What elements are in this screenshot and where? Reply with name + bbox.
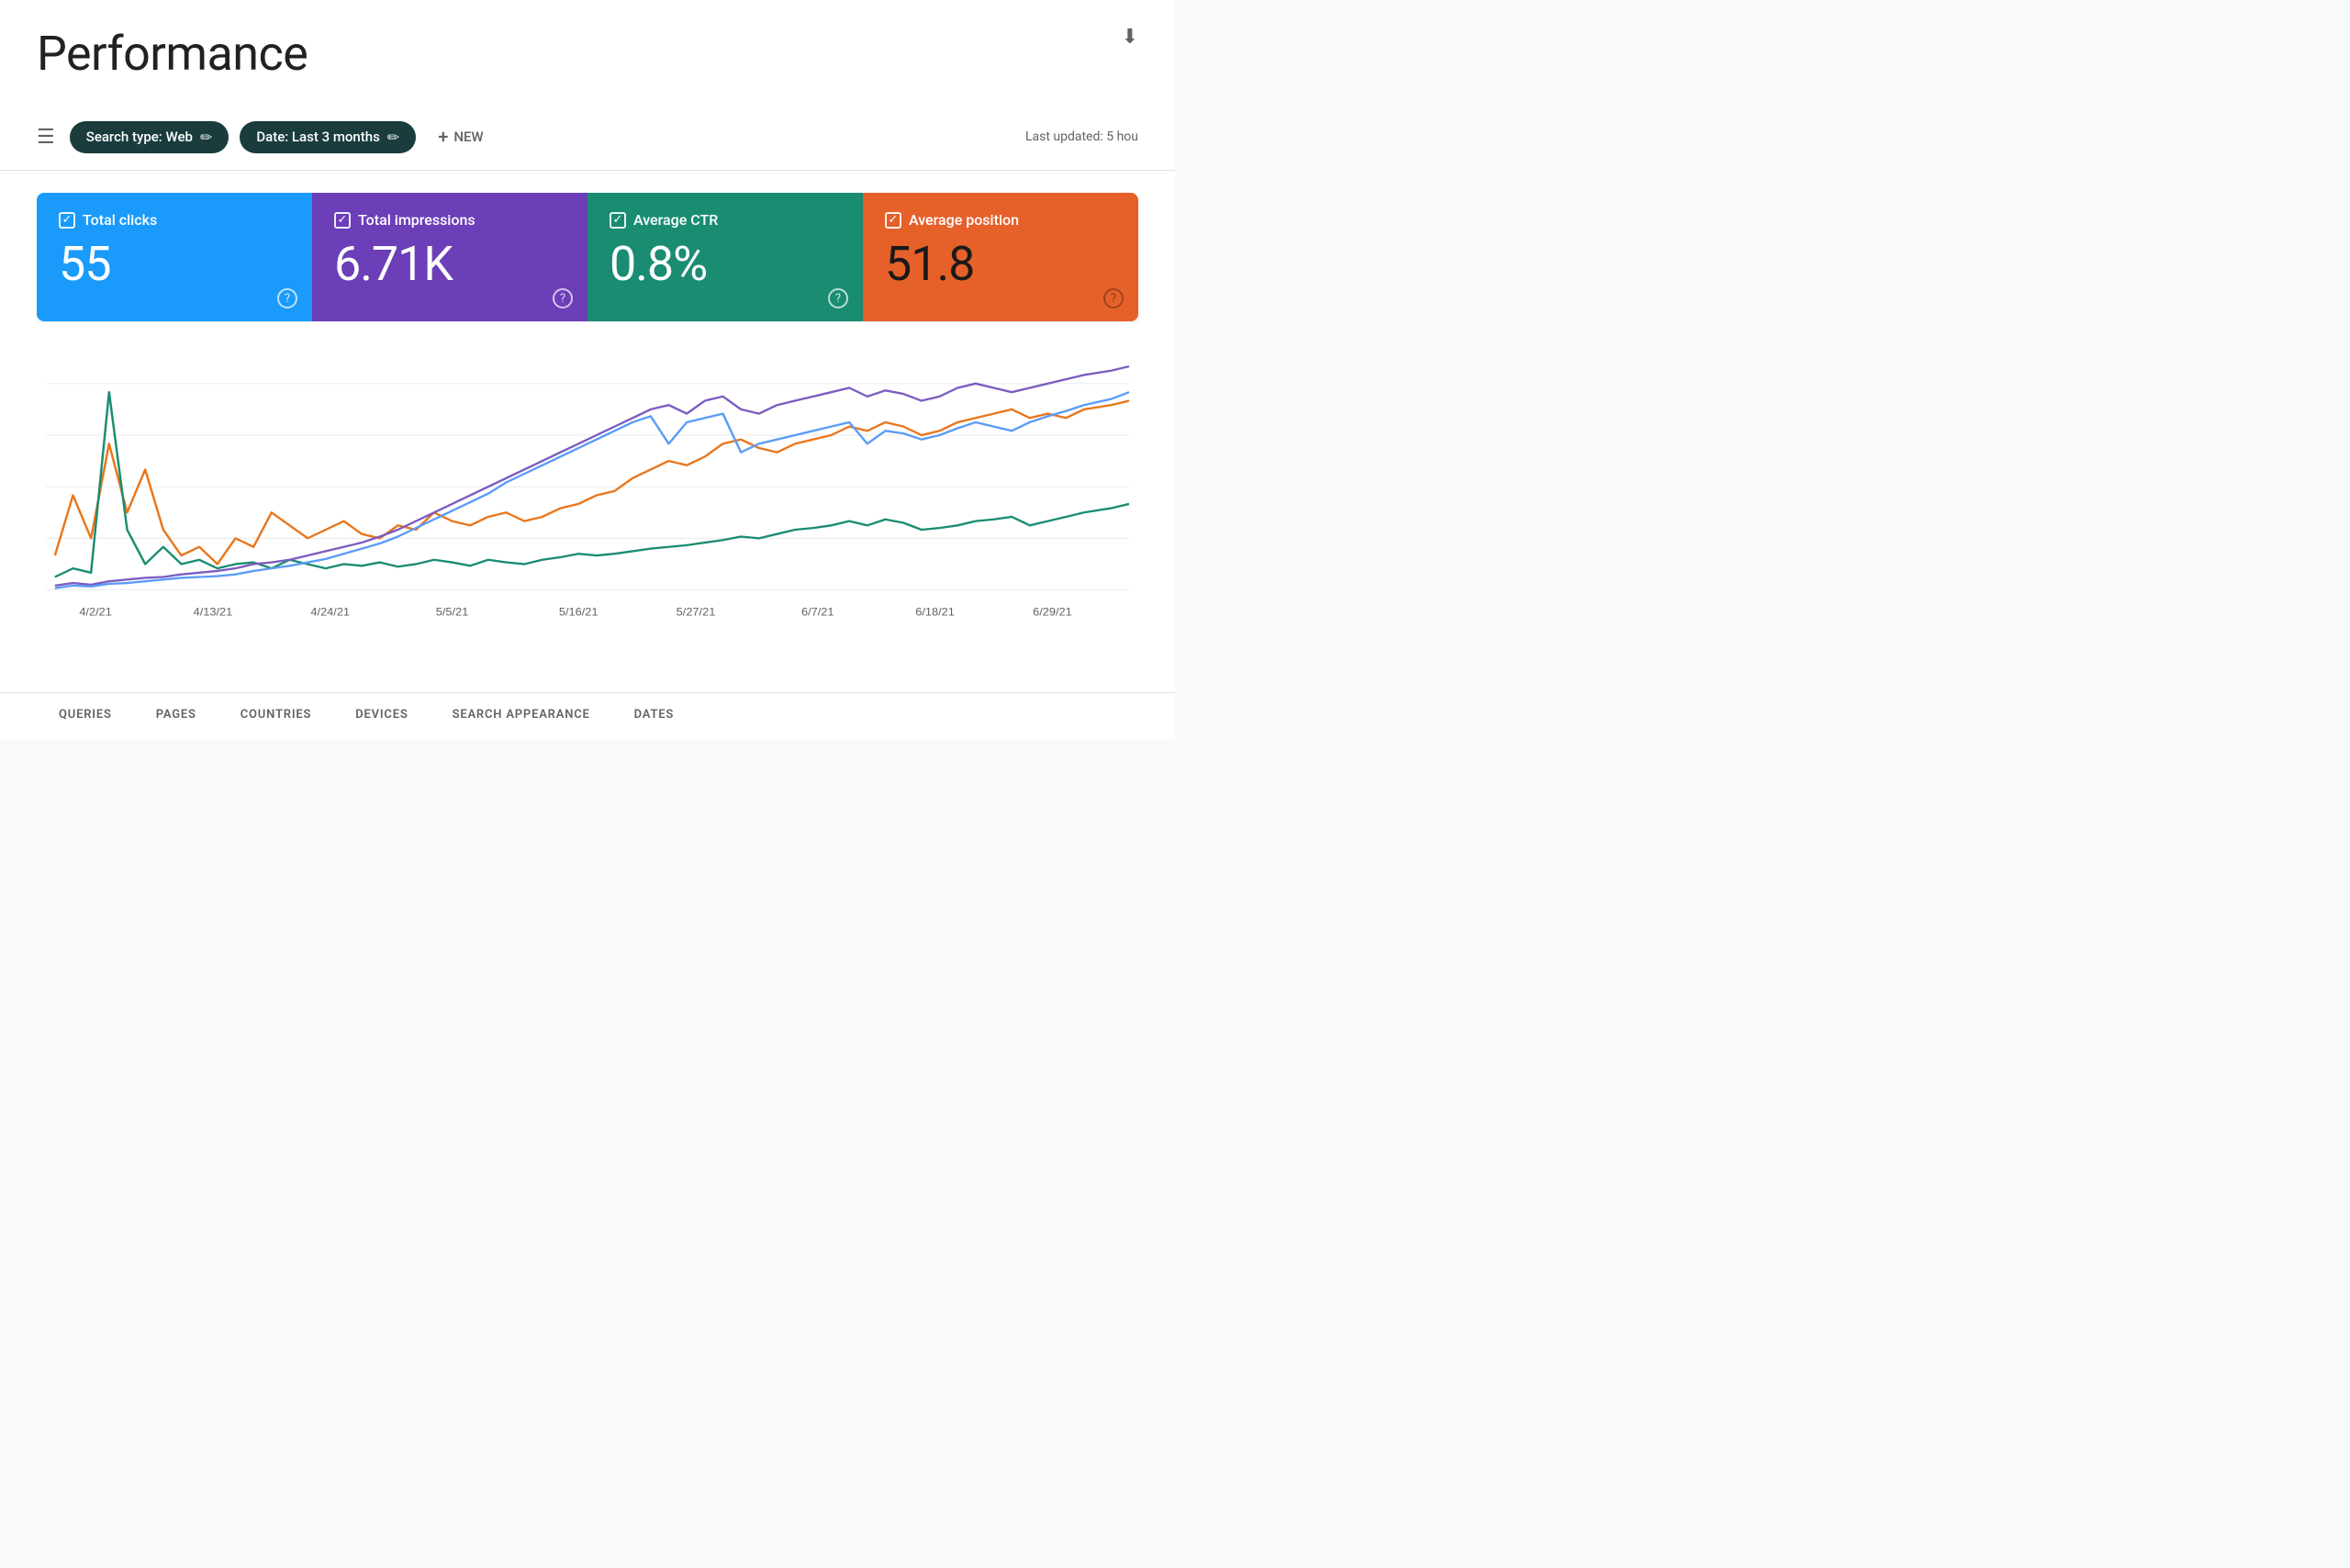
search-type-chip[interactable]: Search type: Web ✏ [70, 121, 229, 153]
svg-text:6/18/21: 6/18/21 [915, 606, 955, 619]
date-chip[interactable]: Date: Last 3 months ✏ [240, 121, 416, 153]
page-title: Performance [37, 26, 1138, 104]
svg-text:6/29/21: 6/29/21 [1033, 606, 1072, 619]
metric-card-position[interactable]: Average position 51.8 ? [863, 193, 1138, 321]
metric-checkbox-ctr[interactable] [610, 212, 626, 229]
page-header: Performance ☰ Search type: Web ✏ Date: L… [0, 0, 1175, 171]
metric-card-clicks[interactable]: Total clicks 55 ? [37, 193, 312, 321]
metric-label-position: Average position [885, 211, 1116, 229]
help-icon-impressions[interactable]: ? [553, 288, 573, 308]
new-label: NEW [453, 129, 483, 145]
tab-queries[interactable]: QUERIES [37, 693, 134, 739]
svg-text:4/2/21: 4/2/21 [79, 606, 112, 619]
svg-text:5/27/21: 5/27/21 [677, 606, 716, 619]
main-content: Total clicks 55 ? Total impressions 6.71… [0, 171, 1175, 692]
metric-value-impressions: 6.71K [334, 238, 565, 290]
svg-text:4/24/21: 4/24/21 [310, 606, 350, 619]
help-icon-ctr[interactable]: ? [828, 288, 848, 308]
metrics-row: Total clicks 55 ? Total impressions 6.71… [37, 193, 1138, 321]
edit-icon: ✏ [200, 129, 212, 146]
toolbar: ☰ Search type: Web ✏ Date: Last 3 months… [37, 104, 1138, 170]
plus-icon: + [438, 126, 448, 148]
svg-text:4/13/21: 4/13/21 [194, 606, 233, 619]
filter-icon[interactable]: ☰ [37, 126, 55, 149]
metric-card-ctr[interactable]: Average CTR 0.8% ? [588, 193, 863, 321]
metric-label-clicks: Total clicks [59, 211, 290, 229]
metric-value-ctr: 0.8% [610, 238, 841, 290]
last-updated: Last updated: 5 hou [1025, 129, 1138, 144]
svg-text:5/5/21: 5/5/21 [436, 606, 469, 619]
edit-icon-date: ✏ [387, 129, 399, 146]
help-icon-clicks[interactable]: ? [277, 288, 297, 308]
search-type-label: Search type: Web [86, 129, 193, 145]
chart-container: 4/2/21 4/13/21 4/24/21 5/5/21 5/16/21 5/… [37, 321, 1138, 670]
metric-label-ctr: Average CTR [610, 211, 841, 229]
help-icon-position[interactable]: ? [1103, 288, 1124, 308]
performance-chart: 4/2/21 4/13/21 4/24/21 5/5/21 5/16/21 5/… [46, 341, 1129, 624]
date-label: Date: Last 3 months [256, 129, 379, 145]
tab-dates[interactable]: DATES [612, 693, 696, 739]
new-button[interactable]: + NEW [427, 118, 494, 155]
metric-checkbox-impressions[interactable] [334, 212, 351, 229]
svg-text:5/16/21: 5/16/21 [559, 606, 599, 619]
metric-value-position: 51.8 [885, 238, 1116, 290]
metric-label-impressions: Total impressions [334, 211, 565, 229]
tab-devices[interactable]: DEVICES [333, 693, 430, 739]
download-icon[interactable]: ⬇ [1122, 26, 1138, 49]
metric-card-impressions[interactable]: Total impressions 6.71K ? [312, 193, 588, 321]
metric-checkbox-clicks[interactable] [59, 212, 75, 229]
metric-checkbox-position[interactable] [885, 212, 901, 229]
tab-countries[interactable]: COUNTRIES [218, 693, 333, 739]
svg-text:6/7/21: 6/7/21 [801, 606, 834, 619]
tab-pages[interactable]: PAGES [134, 693, 218, 739]
metric-value-clicks: 55 [59, 238, 290, 290]
tab-search-appearance[interactable]: SEARCH APPEARANCE [431, 693, 612, 739]
tabs-row: QUERIES PAGES COUNTRIES DEVICES SEARCH A… [0, 692, 1175, 739]
